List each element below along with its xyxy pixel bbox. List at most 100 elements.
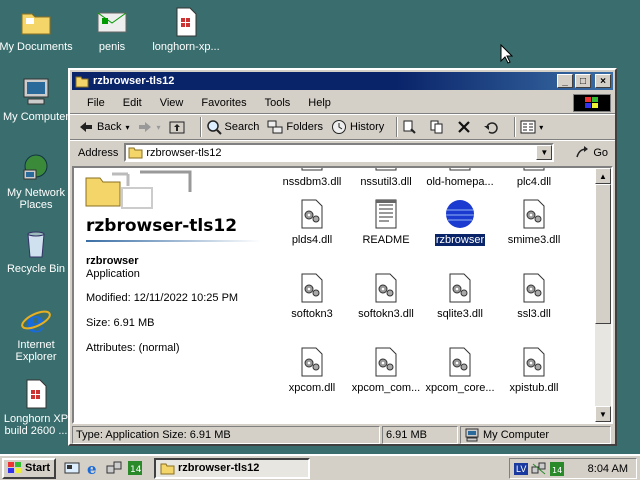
- file-item[interactable]: ssl3.dll: [492, 272, 576, 320]
- file-name: rzbrowser: [434, 234, 486, 246]
- forward-button[interactable]: ▾: [137, 119, 161, 135]
- clock[interactable]: 8:04 AM: [588, 463, 628, 475]
- file-item[interactable]: old-homepa...: [418, 168, 502, 188]
- go-button[interactable]: Go: [574, 145, 608, 161]
- svg-text:e: e: [26, 305, 45, 336]
- menu-tools[interactable]: Tools: [265, 97, 291, 109]
- back-button[interactable]: Back ▾: [78, 119, 129, 135]
- mouse-pointer-icon: [500, 44, 514, 64]
- internet-explorer-icon: e: [21, 305, 51, 336]
- desktop-icon-label: Recycle Bin: [6, 263, 66, 275]
- title-bar[interactable]: rzbrowser-tls12 _ □ ×: [72, 72, 613, 90]
- file-item[interactable]: sqlite3.dll: [418, 272, 502, 320]
- file-name: ssl3.dll: [517, 308, 551, 320]
- views-button[interactable]: ▾: [520, 119, 543, 135]
- toolbar-separator: [396, 117, 399, 137]
- envelope-icon: [97, 12, 127, 33]
- copy-to-button[interactable]: [429, 119, 448, 135]
- network-status-icon[interactable]: [531, 462, 547, 476]
- history-icon: [332, 120, 347, 134]
- desktop-icon-penis[interactable]: penis: [74, 6, 150, 53]
- up-folder-icon: [169, 121, 184, 134]
- folders-button[interactable]: Folders: [267, 119, 323, 135]
- toolbar-separator: [514, 117, 517, 137]
- address-input[interactable]: rzbrowser-tls12 ▼: [124, 143, 555, 162]
- dll-file-icon: [301, 273, 323, 303]
- network-icon: [23, 154, 48, 180]
- desktop-icon-internet-explorer[interactable]: e Internet Explorer: [0, 304, 74, 363]
- scroll-up-button[interactable]: ▲: [595, 168, 611, 184]
- maximize-button[interactable]: □: [575, 74, 591, 88]
- file-item[interactable]: plc4.dll: [492, 168, 576, 188]
- taskbar-window-button[interactable]: rzbrowser-tls12: [154, 457, 310, 479]
- network-icon[interactable]: [106, 460, 122, 476]
- status-size: 6.91 MB: [382, 426, 458, 444]
- desktop-icon-label: My Network Places: [6, 187, 66, 211]
- file-item[interactable]: rzbrowser: [418, 198, 502, 246]
- delete-button[interactable]: [456, 119, 475, 135]
- file-item[interactable]: README: [344, 198, 428, 246]
- app-14-icon[interactable]: 14: [550, 461, 565, 476]
- address-dropdown-button[interactable]: ▼: [536, 145, 553, 160]
- windows-logo-icon: [573, 94, 611, 112]
- up-folder-button[interactable]: [169, 119, 188, 135]
- explorer-window[interactable]: rzbrowser-tls12 _ □ × File Edit View Fav…: [68, 68, 617, 446]
- file-item[interactable]: nssdbm3.dll: [270, 168, 354, 188]
- desktop-icon-my-computer[interactable]: My Computer: [0, 76, 74, 123]
- desktop-icon-recycle-bin[interactable]: Recycle Bin: [0, 228, 74, 275]
- desktop-icon-longhorn-xp[interactable]: longhorn-xp...: [148, 6, 224, 53]
- chevron-down-icon[interactable]: ▾: [539, 123, 543, 132]
- file-grid: nssdbm3.dll nssutil3.dll old-homepa... plc4…: [270, 168, 600, 422]
- app-14-icon[interactable]: 14: [127, 460, 143, 476]
- text-document-icon: [375, 199, 397, 229]
- show-desktop-icon[interactable]: [64, 460, 80, 476]
- search-label: Search: [224, 121, 260, 133]
- recycle-bin-icon: [27, 231, 45, 258]
- start-button[interactable]: Start: [2, 457, 56, 479]
- menu-file[interactable]: File: [87, 97, 105, 109]
- file-item[interactable]: xpistub.dll: [492, 346, 576, 394]
- menu-view[interactable]: View: [160, 97, 184, 109]
- desktop-icon-my-documents[interactable]: My Documents: [0, 6, 74, 53]
- file-item[interactable]: nssutil3.dll: [344, 168, 428, 188]
- menu-help[interactable]: Help: [308, 97, 331, 109]
- desktop-icon-longhorn-build[interactable]: Longhorn XP build 2600 ...: [0, 378, 74, 437]
- desktop-icon-label: longhorn-xp...: [152, 41, 220, 53]
- file-name: softokn3: [291, 308, 333, 320]
- file-item[interactable]: xpcom.dll: [270, 346, 354, 394]
- search-button[interactable]: Search: [206, 119, 260, 135]
- close-button[interactable]: ×: [595, 74, 611, 88]
- file-item[interactable]: softokn3.dll: [344, 272, 428, 320]
- file-item[interactable]: softokn3: [270, 272, 354, 320]
- dll-file-icon: [523, 199, 545, 229]
- internet-explorer-icon[interactable]: e: [85, 460, 101, 476]
- file-item[interactable]: plds4.dll: [270, 198, 354, 246]
- chevron-down-icon[interactable]: ▾: [156, 123, 160, 132]
- minimize-button[interactable]: _: [557, 74, 573, 88]
- search-icon: [206, 120, 222, 135]
- status-bar: Type: Application Size: 6.91 MB 6.91 MB …: [72, 426, 613, 444]
- toolbar-separator: [199, 117, 202, 137]
- file-name: sqlite3.dll: [437, 308, 483, 320]
- scroll-thumb[interactable]: [595, 184, 611, 324]
- menu-favorites[interactable]: Favorites: [201, 97, 246, 109]
- file-item[interactable]: xpcom_com...: [344, 346, 428, 394]
- start-label: Start: [25, 462, 51, 474]
- dll-file-icon: [301, 168, 323, 171]
- language-indicator[interactable]: LV: [514, 462, 529, 475]
- file-item[interactable]: xpcom_core...: [418, 346, 502, 394]
- move-to-icon: [403, 120, 416, 134]
- window-title: rzbrowser-tls12: [93, 75, 175, 87]
- file-item[interactable]: smime3.dll: [492, 198, 576, 246]
- quick-launch: e 14: [64, 460, 148, 476]
- folder-view[interactable]: rzbrowser-tls12 rzbrowser Application Mo…: [72, 166, 613, 424]
- desktop-icon-my-network-places[interactable]: My Network Places: [0, 152, 74, 211]
- undo-button[interactable]: [483, 119, 502, 135]
- chevron-down-icon[interactable]: ▾: [125, 123, 129, 132]
- history-button[interactable]: History: [331, 119, 384, 135]
- move-to-button[interactable]: [402, 119, 421, 135]
- svg-text:e: e: [87, 460, 97, 476]
- scroll-down-button[interactable]: ▼: [595, 406, 611, 422]
- menu-edit[interactable]: Edit: [123, 97, 142, 109]
- vertical-scrollbar[interactable]: ▲ ▼: [595, 168, 611, 422]
